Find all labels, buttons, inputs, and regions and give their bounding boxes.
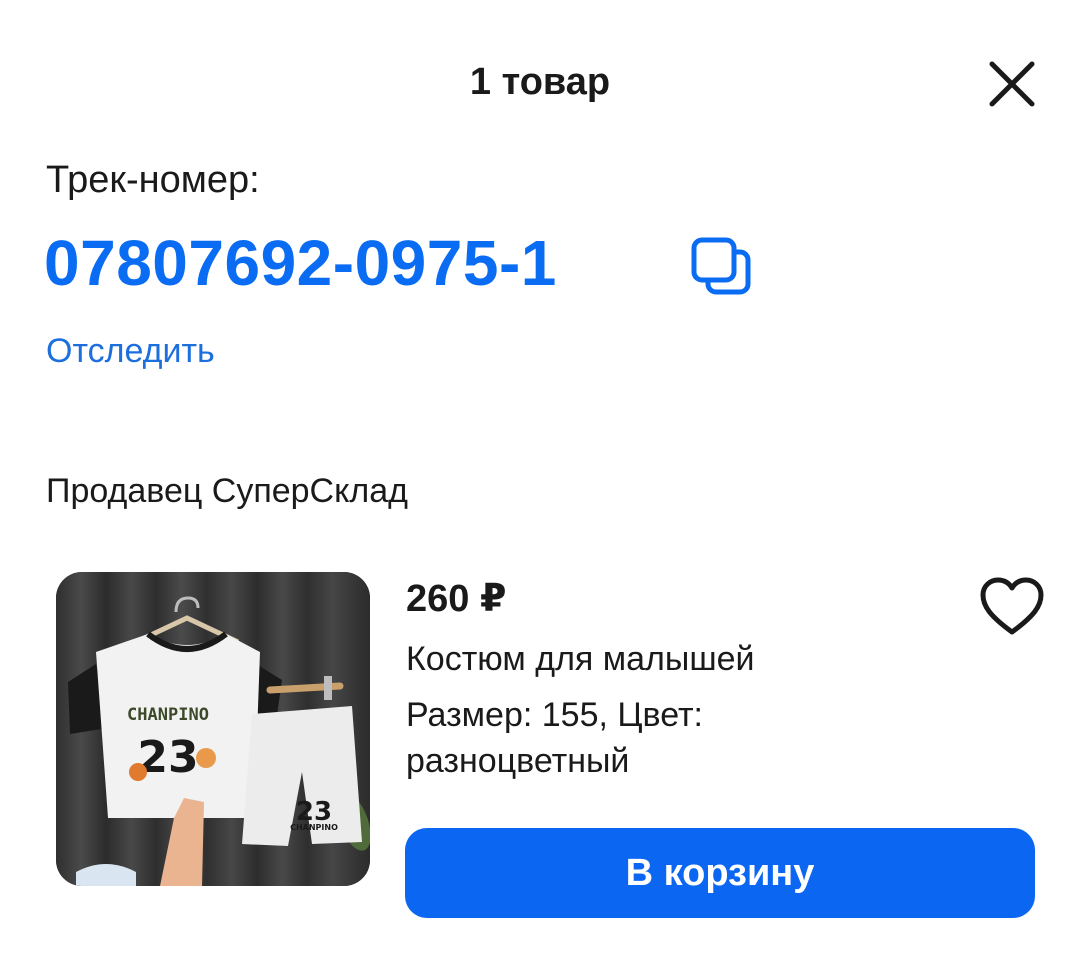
shirt-number: 23: [137, 732, 198, 783]
close-icon: [989, 61, 1035, 107]
tracking-label: Трек-номер:: [46, 159, 260, 201]
product-photo: 23 CHANPINO CHANPINO 23: [56, 572, 370, 886]
shirt-text: CHANPINO: [127, 705, 209, 725]
copy-icon: [691, 237, 751, 295]
bottom-sheet: 1 товар Трек-номер: 07807692-0975-1 Отсл…: [0, 0, 1080, 962]
shorts-text: CHANPINO: [290, 823, 338, 832]
product-image[interactable]: 23 CHANPINO CHANPINO 23: [56, 572, 370, 886]
heart-icon: [980, 577, 1044, 635]
product-price: 260 ₽: [406, 578, 507, 620]
close-button[interactable]: [980, 52, 1044, 116]
track-link[interactable]: Отследить: [46, 328, 215, 374]
copy-tracking-button[interactable]: [686, 230, 756, 300]
tracking-number: 07807692-0975-1: [44, 227, 557, 299]
sheet-title: 1 товар: [469, 61, 611, 103]
seller-name: Продавец СуперСклад: [46, 472, 408, 510]
product-name: Костюм для малышей: [406, 640, 755, 678]
favorite-button[interactable]: [978, 576, 1046, 638]
product-attributes: Размер: 155, Цвет: разноцветный: [406, 696, 704, 780]
add-to-cart-button[interactable]: В корзину: [405, 828, 1035, 918]
